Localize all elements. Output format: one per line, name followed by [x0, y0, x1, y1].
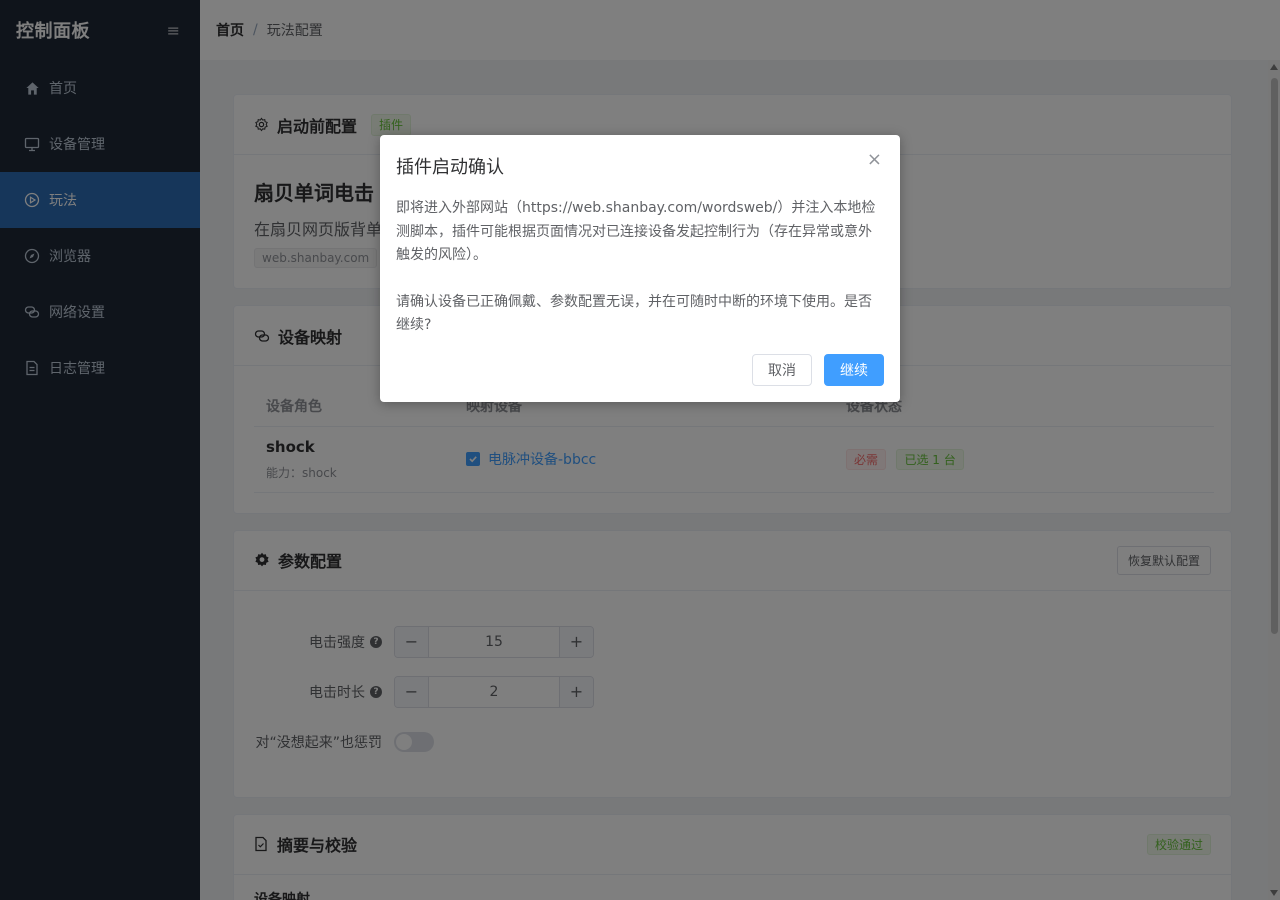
- dialog-title: 插件启动确认: [396, 157, 504, 178]
- plugin-launch-dialog: 插件启动确认 × 即将进入外部网站（https://web.shanbay.co…: [380, 135, 900, 402]
- close-icon[interactable]: ×: [867, 149, 882, 170]
- dialog-paragraph: 请确认设备已正确佩戴、参数配置无误，并在可随时中断的环境下使用。是否继续?: [396, 293, 872, 334]
- dialog-paragraph: 即将进入外部网站（https://web.shanbay.com/wordswe…: [396, 200, 876, 263]
- cancel-button[interactable]: 取消: [752, 353, 812, 386]
- continue-button[interactable]: 继续: [824, 353, 884, 386]
- dialog-footer: 取消 继续: [396, 353, 884, 386]
- dialog-body: 即将进入外部网站（https://web.shanbay.com/wordswe…: [396, 197, 884, 338]
